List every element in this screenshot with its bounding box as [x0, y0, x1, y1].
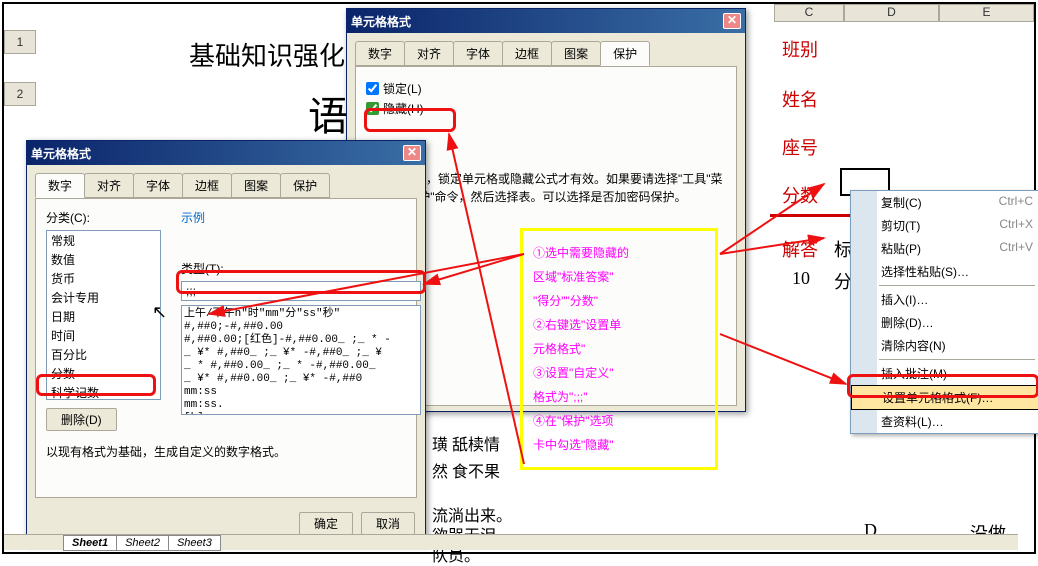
cursor-icon: ↖ — [152, 302, 167, 323]
dialog1-titlebar[interactable]: 单元格格式 ✕ — [27, 141, 425, 165]
dialog2-title: 单元格格式 — [351, 13, 411, 30]
type-input[interactable] — [181, 281, 421, 301]
cell-banbie: 班别 — [782, 36, 818, 62]
doc-title: 基础知识强化 — [189, 36, 345, 73]
checkbox-hide[interactable]: 隐藏(H) — [366, 100, 726, 117]
category-item[interactable]: 百分比 — [47, 345, 160, 364]
category-listbox[interactable]: 常规数值货币会计专用日期时间百分比分数科学记数文本特殊自定义 — [46, 230, 161, 400]
row-header-1[interactable]: 1 — [4, 30, 36, 54]
sheet-tab-1[interactable]: Sheet1 — [63, 535, 117, 551]
menu-copy[interactable]: 复制(C)Ctrl+C — [851, 191, 1038, 214]
cancel-button[interactable]: 取消 — [361, 512, 415, 535]
col-header-d[interactable]: D — [844, 4, 939, 22]
tab-number-2[interactable]: 数字 — [355, 41, 405, 66]
type-label: 类型(T): — [181, 260, 421, 277]
menu-delete[interactable]: 删除(D)… — [851, 311, 1038, 334]
tab-align-2[interactable]: 对齐 — [404, 41, 454, 66]
tab-border[interactable]: 边框 — [182, 173, 232, 198]
sheet-tab-2[interactable]: Sheet2 — [116, 535, 169, 551]
category-label: 分类(C): — [46, 209, 161, 226]
category-item[interactable]: 数值 — [47, 250, 160, 269]
menu-paste[interactable]: 粘贴(P)Ctrl+V — [851, 237, 1038, 260]
tab-pattern-2[interactable]: 图案 — [551, 41, 601, 66]
menu-cut[interactable]: 剪切(T)Ctrl+X — [851, 214, 1038, 237]
sample-label: 示例 — [181, 209, 421, 226]
tab-font-2[interactable]: 字体 — [453, 41, 503, 66]
menu-insert[interactable]: 插入(I)… — [851, 288, 1038, 311]
category-item[interactable]: 货币 — [47, 269, 160, 288]
dialog1-title: 单元格格式 — [31, 145, 91, 162]
dialog1-close-button[interactable]: ✕ — [403, 145, 421, 161]
dialog-cell-format-number: 单元格格式 ✕ 数字 对齐 字体 边框 图案 保护 分类(C): 常规数值货币会… — [26, 140, 426, 544]
cell-xingming: 姓名 — [782, 86, 818, 112]
menu-clear[interactable]: 清除内容(N) — [851, 334, 1038, 357]
cell-zuohao: 座号 — [782, 134, 818, 160]
tab-border-2[interactable]: 边框 — [502, 41, 552, 66]
cell-fenshu: 分数 — [782, 182, 818, 208]
format-listbox[interactable]: 上午/下午h"时"mm"分"ss"秒" #,##0;-#,##0.00 #,##… — [181, 305, 421, 415]
annotation-instructions: ①选中需要隐藏的区域"标准答案""得分""分数" ②右键选"设置单元格格式" ③… — [520, 228, 718, 470]
category-item[interactable]: 分数 — [47, 364, 160, 383]
menu-paste-special[interactable]: 选择性粘贴(S)… — [851, 260, 1038, 283]
cell-ten: 10 — [792, 268, 810, 289]
poem-line-1: 璜 舐椟情 — [432, 431, 500, 455]
category-item[interactable]: 会计专用 — [47, 288, 160, 307]
category-item[interactable]: 时间 — [47, 326, 160, 345]
delete-format-button[interactable]: 删除(D) — [46, 408, 117, 431]
menu-insert-comment[interactable]: 插入批注(M) — [851, 362, 1038, 385]
dialog2-close-button[interactable]: ✕ — [723, 13, 741, 29]
cell-jieda: 解答 — [782, 236, 818, 262]
tab-protect-2[interactable]: 保护 — [600, 41, 650, 66]
menu-lookup[interactable]: 查资料(L)… — [851, 410, 1038, 433]
poem-line-2: 然 食不果 — [432, 458, 500, 482]
row-header-2[interactable]: 2 — [4, 82, 36, 106]
checkbox-lock[interactable]: 锁定(L) — [366, 80, 726, 97]
tab-align[interactable]: 对齐 — [84, 173, 134, 198]
ok-button[interactable]: 确定 — [299, 512, 353, 535]
menu-format-cells[interactable]: 设置单元格格式(F)… — [851, 385, 1038, 410]
category-item[interactable]: 日期 — [47, 307, 160, 326]
col-header-c[interactable]: C — [774, 4, 844, 22]
format-note: 以现有格式为基础，生成自定义的数字格式。 — [46, 443, 406, 460]
tab-pattern[interactable]: 图案 — [231, 173, 281, 198]
category-item[interactable]: 科学记数 — [47, 383, 160, 400]
tab-number[interactable]: 数字 — [35, 173, 85, 198]
context-menu: 复制(C)Ctrl+C 剪切(T)Ctrl+X 粘贴(P)Ctrl+V 选择性粘… — [850, 190, 1038, 434]
tab-font[interactable]: 字体 — [133, 173, 183, 198]
sheet-tab-bar[interactable]: Sheet1 Sheet2 Sheet3 — [4, 534, 1018, 550]
doc-subtitle: 语 — [308, 84, 348, 142]
category-item[interactable]: 常规 — [47, 231, 160, 250]
col-header-e[interactable]: E — [939, 4, 1034, 22]
dialog2-titlebar[interactable]: 单元格格式 ✕ — [347, 9, 745, 33]
tab-protect[interactable]: 保护 — [280, 173, 330, 198]
sheet-tab-3[interactable]: Sheet3 — [168, 535, 221, 551]
